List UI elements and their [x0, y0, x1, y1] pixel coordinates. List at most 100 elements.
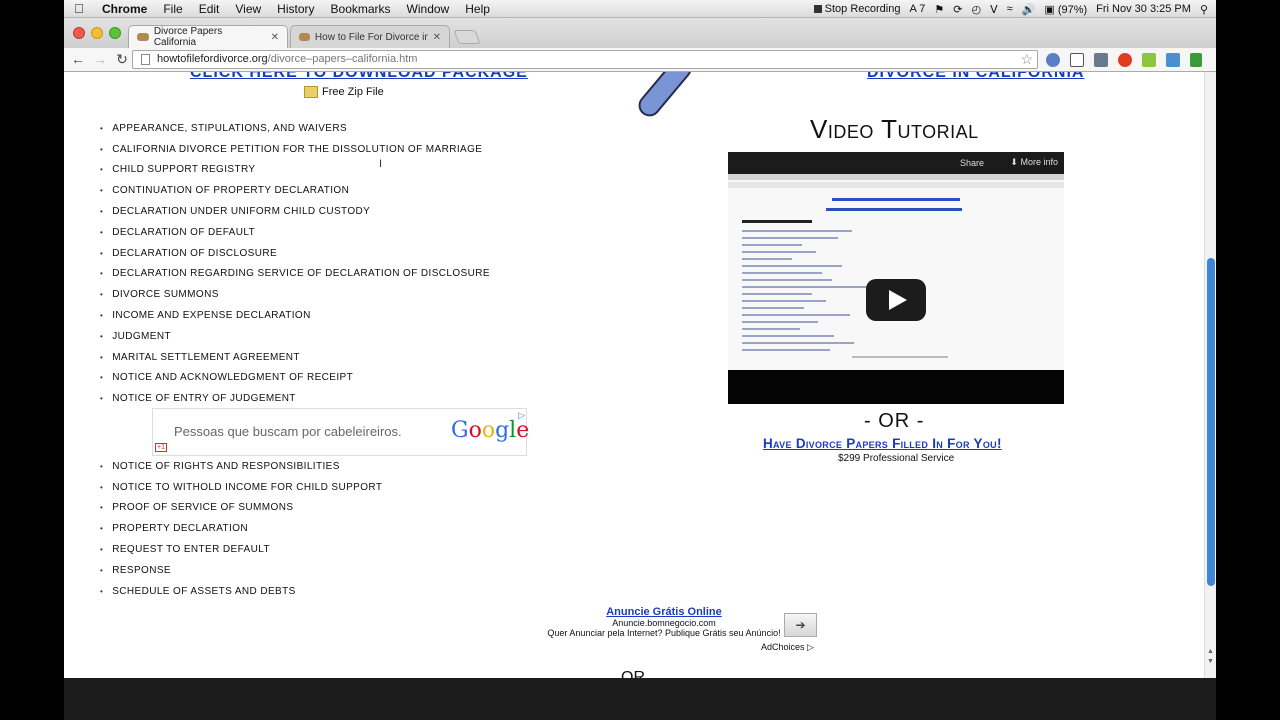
wifi-icon[interactable]: ≈ — [1007, 3, 1013, 15]
spotlight-icon[interactable]: ⚲ — [1200, 3, 1208, 16]
list-item[interactable]: NOTICE TO WITHOLD INCOME FOR CHILD SUPPO… — [100, 477, 382, 498]
form-link[interactable]: DECLARATION OF DEFAULT — [112, 227, 255, 238]
list-item[interactable]: DECLARATION UNDER UNIFORM CHILD CUSTODY — [100, 201, 490, 222]
qr-extension-icon[interactable] — [1094, 53, 1108, 67]
list-item[interactable]: CONTINUATION OF PROPERTY DECLARATION — [100, 180, 490, 201]
ad-text[interactable]: Pessoas que buscam por cabeleireiros. — [174, 424, 402, 439]
tab-divorce-papers[interactable]: Divorce Papers California ✕ — [128, 25, 288, 48]
list-item[interactable]: DIVORCE SUMMONS — [100, 284, 490, 305]
menu-help[interactable]: Help — [457, 2, 498, 16]
more-info-button[interactable]: ⬇ More info — [1010, 157, 1058, 168]
menu-window[interactable]: Window — [399, 2, 458, 16]
minimize-window-button[interactable] — [91, 27, 103, 39]
bookmark-star-icon[interactable]: ☆ — [1020, 51, 1033, 68]
list-item[interactable]: CHILD SUPPORT REGISTRY — [100, 160, 490, 181]
green-extension-icon[interactable] — [1142, 53, 1156, 67]
volume-icon[interactable]: 🔊 — [1022, 3, 1036, 16]
divorce-in-california-link[interactable]: DIVORCE IN CALIFORNIA — [867, 72, 1084, 82]
form-link[interactable]: APPEARANCE, STIPULATIONS, AND WAIVERS — [112, 123, 347, 134]
form-link[interactable]: PROPERTY DECLARATION — [112, 523, 248, 534]
scrollbar-thumb[interactable] — [1207, 258, 1215, 586]
apple-menu-icon[interactable]:  — [64, 1, 94, 16]
list-item[interactable]: APPEARANCE, STIPULATIONS, AND WAIVERS — [100, 118, 490, 139]
forward-arrow-icon[interactable]: → — [92, 51, 108, 67]
list-item[interactable]: MARITAL SETTLEMENT AGREEMENT — [100, 347, 490, 368]
list-item[interactable]: NOTICE OF RIGHTS AND RESPONSIBILITIES — [100, 456, 382, 477]
video-player[interactable]: Share ⬇ More info — [728, 152, 1064, 404]
vertical-scrollbar[interactable]: ▲ ▼ — [1204, 72, 1216, 678]
close-window-button[interactable] — [73, 27, 85, 39]
list-item[interactable]: SCHEDULE OF ASSETS AND DEBTS — [100, 581, 382, 602]
list-item[interactable]: INCOME AND EXPENSE DECLARATION — [100, 305, 490, 326]
form-link[interactable]: NOTICE OF ENTRY OF JUDGEMENT — [112, 393, 296, 404]
have-papers-filled-link[interactable]: Have Divorce Papers Filled In For You! — [763, 436, 1002, 451]
play-button-icon[interactable] — [866, 279, 926, 321]
form-link[interactable]: DIVORCE SUMMONS — [112, 289, 219, 300]
menu-history[interactable]: History — [269, 2, 322, 16]
menu-view[interactable]: View — [227, 2, 269, 16]
list-item[interactable]: RESPONSE — [100, 560, 382, 581]
menu-extension-icon[interactable] — [1190, 53, 1202, 67]
screenshot-extension-icon[interactable] — [1166, 53, 1180, 67]
share-button[interactable]: Share — [960, 158, 984, 168]
zoom-window-button[interactable] — [109, 27, 121, 39]
form-link[interactable]: PROOF OF SERVICE OF SUMMONS — [112, 502, 293, 513]
profile-extension-icon[interactable] — [1046, 53, 1060, 67]
free-zip-file-link[interactable]: Free Zip File — [304, 86, 384, 98]
list-item[interactable]: DECLARATION REGARDING SERVICE OF DECLARA… — [100, 264, 490, 285]
form-link[interactable]: NOTICE OF RIGHTS AND RESPONSIBILITIES — [112, 461, 340, 472]
battery-status[interactable]: ▣ (97%) — [1044, 3, 1087, 16]
flag-icon[interactable]: ⚑ — [934, 3, 944, 16]
menu-app-chrome[interactable]: Chrome — [94, 2, 155, 16]
sync-icon[interactable]: ⟳ — [953, 3, 962, 16]
reader-extension-icon[interactable] — [1070, 53, 1084, 67]
list-item[interactable]: PROOF OF SERVICE OF SUMMONS — [100, 498, 382, 519]
ad-go-button[interactable]: ➔ — [784, 613, 817, 637]
scroll-up-arrow-icon[interactable]: ▲ — [1207, 648, 1214, 655]
new-tab-button[interactable] — [453, 30, 481, 44]
menu-bookmarks[interactable]: Bookmarks — [323, 2, 399, 16]
tab-how-to-file[interactable]: How to File For Divorce in A ✕ — [290, 25, 450, 48]
form-link[interactable]: DECLARATION REGARDING SERVICE OF DECLARA… — [112, 268, 490, 279]
form-link[interactable]: DECLARATION UNDER UNIFORM CHILD CUSTODY — [112, 206, 370, 217]
form-link[interactable]: JUDGMENT — [112, 331, 171, 342]
adchoices-link[interactable]: AdChoices ▷ — [761, 642, 814, 653]
stumbleupon-icon[interactable] — [1118, 53, 1132, 67]
form-link[interactable]: CHILD SUPPORT REGISTRY — [112, 164, 255, 175]
list-item[interactable]: JUDGMENT — [100, 326, 490, 347]
form-link[interactable]: REQUEST TO ENTER DEFAULT — [112, 544, 270, 555]
download-package-link[interactable]: CLICK HERE TO DOWNLOAD PACKAGE — [190, 72, 528, 82]
form-link[interactable]: CONTINUATION OF PROPERTY DECLARATION — [112, 185, 349, 196]
plus-one-button[interactable]: +1 — [155, 443, 167, 452]
menu-file[interactable]: File — [155, 2, 190, 16]
list-item[interactable]: DECLARATION OF DEFAULT — [100, 222, 490, 243]
list-item[interactable]: PROPERTY DECLARATION — [100, 518, 382, 539]
adchoices-triangle-icon[interactable]: ▷ — [518, 410, 525, 421]
list-item[interactable]: CALIFORNIA DIVORCE PETITION FOR THE DISS… — [100, 139, 490, 160]
form-link[interactable]: CALIFORNIA DIVORCE PETITION FOR THE DISS… — [112, 144, 482, 155]
close-tab-icon[interactable]: ✕ — [433, 32, 441, 43]
close-tab-icon[interactable]: ✕ — [271, 32, 279, 43]
clock[interactable]: Fri Nov 30 3:25 PM — [1096, 3, 1191, 15]
address-bar[interactable]: howtofilefordivorce.org/divorce–papers–c… — [132, 50, 1038, 69]
adobe-icon[interactable]: A 7 — [909, 3, 925, 15]
list-item[interactable]: NOTICE AND ACKNOWLEDGMENT OF RECEIPT — [100, 368, 490, 389]
stop-recording-item[interactable]: Stop Recording — [813, 3, 900, 15]
form-link[interactable]: SCHEDULE OF ASSETS AND DEBTS — [112, 586, 295, 597]
list-item[interactable]: NOTICE OF ENTRY OF JUDGEMENT — [100, 388, 490, 409]
form-link[interactable]: MARITAL SETTLEMENT AGREEMENT — [112, 352, 300, 363]
form-link[interactable]: DECLARATION OF DISCLOSURE — [112, 248, 277, 259]
back-arrow-icon[interactable]: ← — [70, 51, 86, 67]
form-link[interactable]: RESPONSE — [112, 565, 171, 576]
menu-edit[interactable]: Edit — [191, 2, 228, 16]
video-thumbnail[interactable] — [728, 174, 1064, 370]
form-link[interactable]: NOTICE TO WITHOLD INCOME FOR CHILD SUPPO… — [112, 482, 382, 493]
list-item[interactable]: REQUEST TO ENTER DEFAULT — [100, 539, 382, 560]
bluetooth-icon[interactable]: ᐯ — [990, 3, 998, 16]
google-ad-banner[interactable]: Pessoas que buscam por cabeleireiros. Go… — [152, 408, 529, 456]
list-item[interactable]: DECLARATION OF DISCLOSURE — [100, 243, 490, 264]
time-machine-icon[interactable]: ◴ — [971, 3, 981, 16]
form-link[interactable]: NOTICE AND ACKNOWLEDGMENT OF RECEIPT — [112, 372, 353, 383]
reload-icon[interactable]: ↻ — [114, 51, 130, 68]
scroll-down-arrow-icon[interactable]: ▼ — [1207, 658, 1214, 665]
